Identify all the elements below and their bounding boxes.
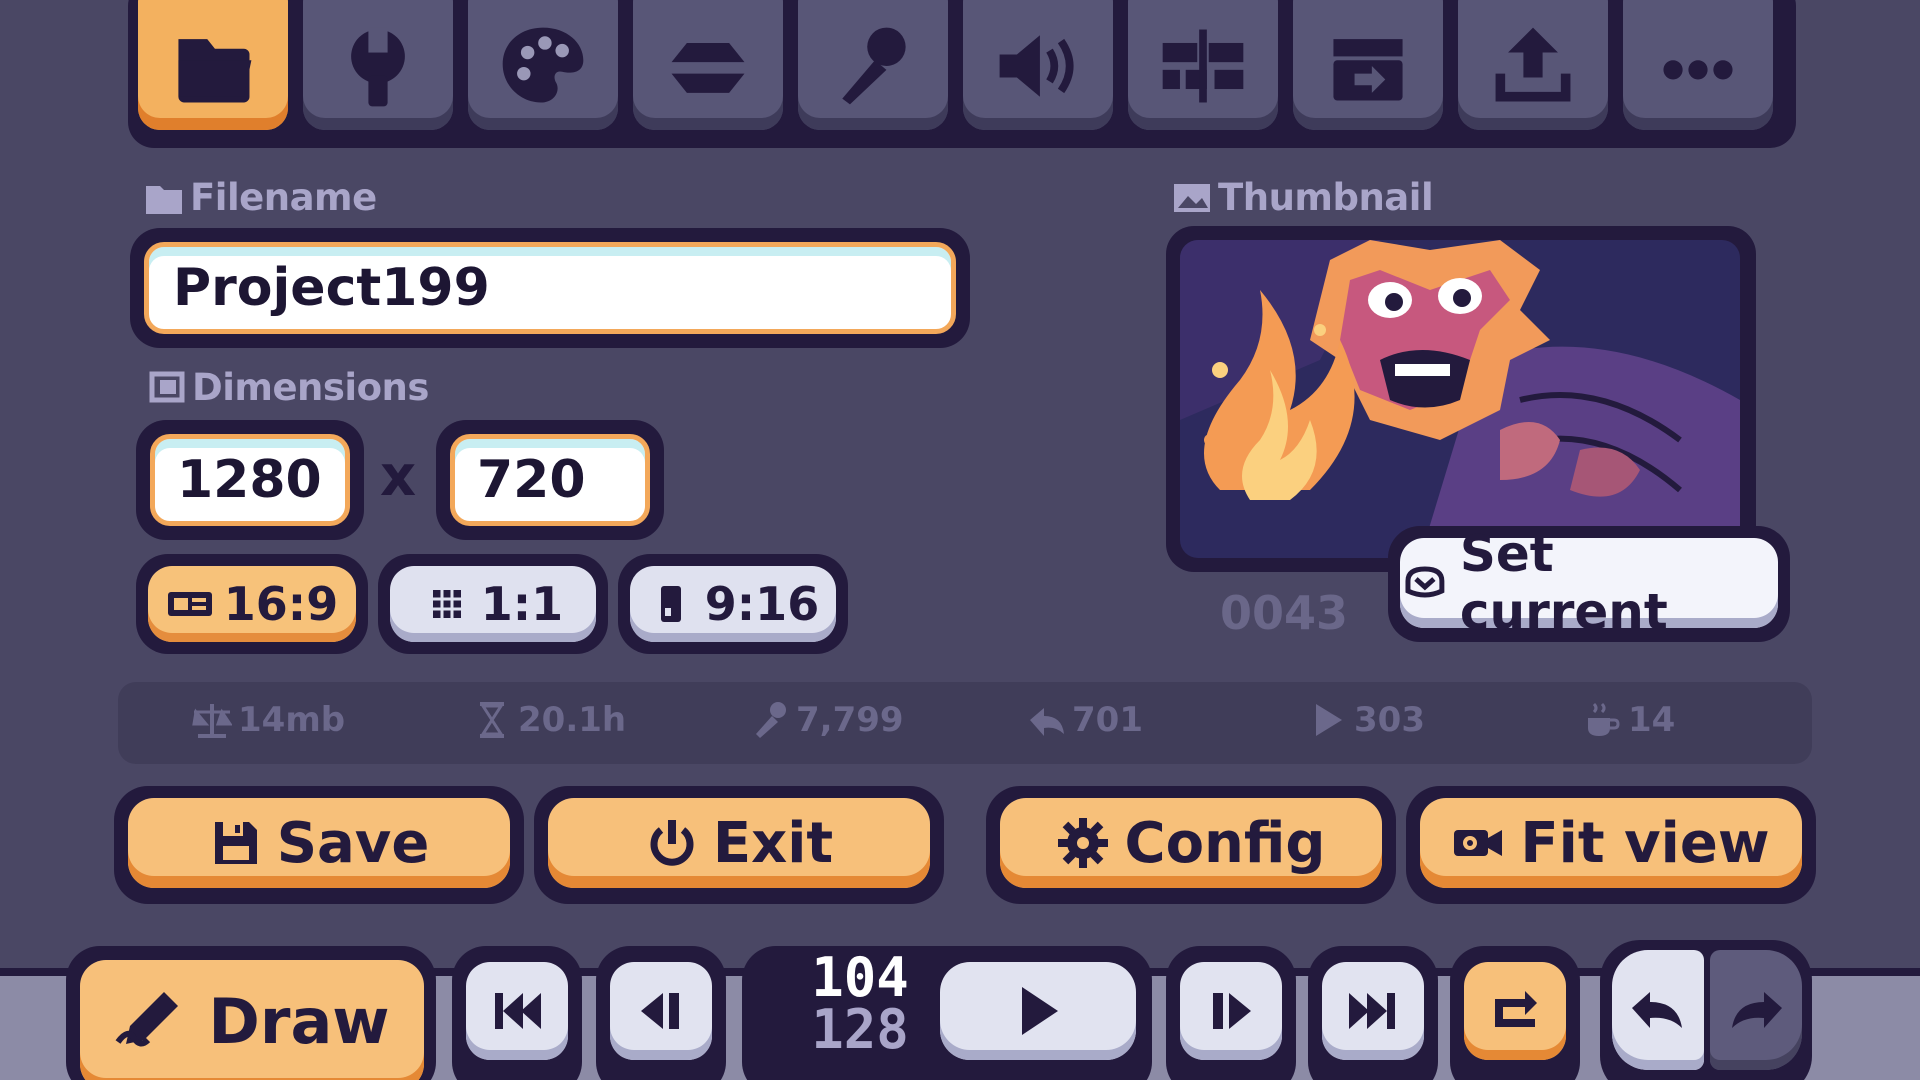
prev-frame-button[interactable] <box>610 962 712 1060</box>
tool-wrench-button[interactable] <box>303 0 453 130</box>
wrench-icon <box>351 27 405 107</box>
filename-label: Filename <box>144 176 377 219</box>
hourglass-icon <box>480 702 504 738</box>
last-frame-button[interactable] <box>1322 962 1424 1060</box>
undo-button[interactable] <box>1612 950 1704 1070</box>
tool-palette-button[interactable] <box>468 0 618 130</box>
grid-icon <box>432 590 461 618</box>
stat-file-size: 14mb <box>192 700 345 740</box>
wizard-illustration <box>1180 240 1740 558</box>
loop-button[interactable] <box>1464 962 1566 1060</box>
stat-coffees: 14 <box>1582 700 1675 740</box>
skip-back-icon <box>495 993 541 1029</box>
brush-stroke-icon <box>756 702 786 738</box>
clapperboard-export-icon <box>1333 39 1403 101</box>
next-frame-button[interactable] <box>1180 962 1282 1060</box>
step-forward-icon <box>1213 993 1251 1029</box>
power-icon <box>650 820 694 866</box>
dimension-separator: x <box>380 444 417 509</box>
fit-view-button[interactable]: Fit view <box>1420 798 1802 888</box>
stat-brush-strokes: 7,799 <box>750 700 904 740</box>
total-frames: 128 <box>811 998 909 1061</box>
more-icon <box>1663 60 1733 80</box>
camera-search-icon <box>1454 830 1503 856</box>
pencil-icon <box>115 992 179 1047</box>
tool-layers-button[interactable] <box>633 0 783 130</box>
tool-timeline-button[interactable] <box>1128 0 1278 130</box>
folder-icon <box>178 39 252 103</box>
speaker-icon <box>999 35 1074 97</box>
height-input[interactable] <box>450 434 650 526</box>
stats-bar <box>118 682 1812 764</box>
set-current-button[interactable]: Set current <box>1400 525 1778 641</box>
undo-arrow-icon <box>1030 708 1064 736</box>
widescreen-icon <box>167 592 212 616</box>
tool-more-button[interactable] <box>1623 0 1773 130</box>
stat-plays: 303 <box>1308 700 1425 740</box>
frame-counter: 104 128 <box>790 946 930 1061</box>
first-frame-button[interactable] <box>466 962 568 1060</box>
image-icon <box>1174 183 1210 212</box>
thumbnail-label: Thumbnail <box>1172 176 1434 219</box>
phone-icon <box>660 586 681 622</box>
dimensions-label: Dimensions <box>146 366 429 409</box>
brush-icon <box>842 27 906 105</box>
palette-icon <box>502 27 584 103</box>
undo-icon <box>1632 992 1682 1028</box>
thumbnail-image[interactable] <box>1180 240 1740 558</box>
save-button[interactable]: Save <box>128 798 510 888</box>
filename-input[interactable] <box>144 242 956 334</box>
redo-icon <box>1732 992 1782 1028</box>
config-button[interactable]: Config <box>1000 798 1382 888</box>
thumbnail-frame-number: 0043 <box>1220 586 1349 640</box>
upload-icon <box>1495 27 1571 102</box>
coffee-icon <box>1588 702 1620 736</box>
layers-icon <box>671 42 745 93</box>
tool-export-video-button[interactable] <box>1293 0 1443 130</box>
gear-icon <box>1058 818 1109 868</box>
scale-icon <box>192 704 232 738</box>
play-icon <box>1022 987 1058 1035</box>
timeline-icon <box>1162 29 1244 103</box>
stat-time-spent: 20.1h <box>472 700 626 740</box>
step-back-icon <box>641 993 679 1029</box>
skip-forward-icon <box>1349 993 1395 1029</box>
stat-undos: 701 <box>1026 700 1143 740</box>
floppy-disk-icon <box>214 822 257 864</box>
play-icon <box>1316 704 1342 736</box>
folder-small-icon <box>146 185 182 214</box>
loop-icon <box>1495 991 1537 1027</box>
stamp-icon <box>1405 566 1445 598</box>
draw-button[interactable]: Draw <box>80 960 424 1080</box>
tool-file-button[interactable] <box>138 0 288 130</box>
tool-upload-button[interactable] <box>1458 0 1608 130</box>
redo-button[interactable] <box>1710 950 1802 1070</box>
width-input[interactable] <box>150 434 350 526</box>
tool-brush-button[interactable] <box>798 0 948 130</box>
tool-audio-button[interactable] <box>963 0 1113 130</box>
dimensions-icon <box>149 371 185 402</box>
exit-button[interactable]: Exit <box>548 798 930 888</box>
ratio-1-1-button[interactable]: 1:1 <box>390 566 596 642</box>
current-frame: 104 <box>811 946 909 1009</box>
ratio-9-16-button[interactable]: 9:16 <box>630 566 836 642</box>
ratio-16-9-button[interactable]: 16:9 <box>148 566 356 642</box>
play-button[interactable] <box>940 962 1136 1060</box>
